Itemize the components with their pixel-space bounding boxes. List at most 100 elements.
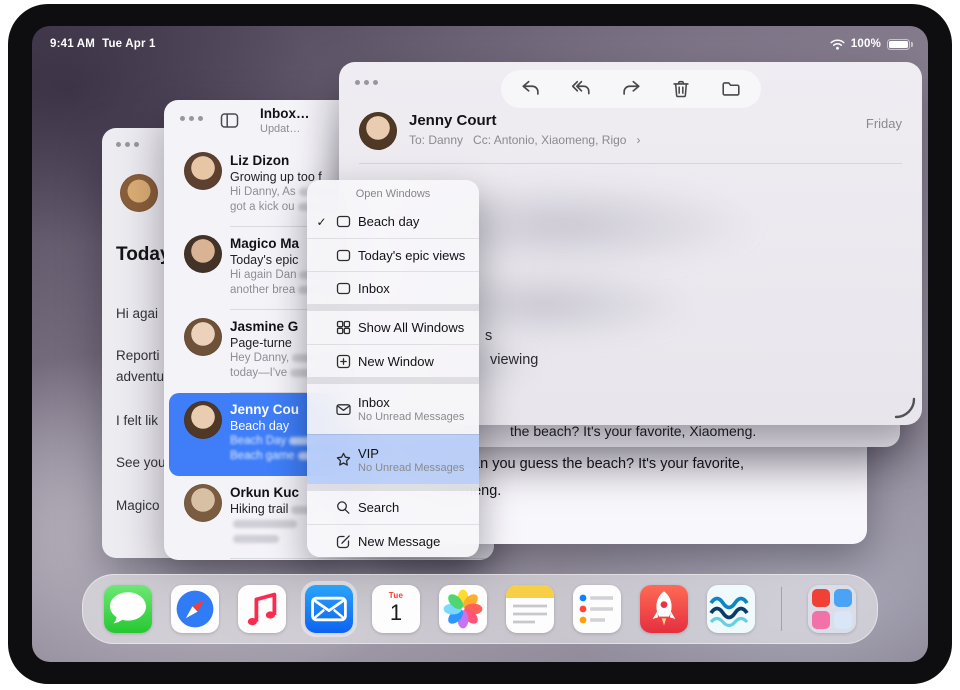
blurred-text <box>233 535 279 543</box>
message-body-line: the beach? It's your favorite, Xiaomeng. <box>510 423 756 439</box>
avatar <box>184 484 222 522</box>
open-windows-menu: Open Windows ✓ Beach day Today's epic vi… <box>307 180 479 557</box>
calendar-weekday: Tue <box>372 591 420 600</box>
menu-item-label: Inbox <box>358 395 464 410</box>
window-icon <box>333 213 353 230</box>
avatar <box>184 152 222 190</box>
reply-all-icon[interactable] <box>569 78 593 100</box>
menu-separator <box>307 484 479 491</box>
avatar <box>184 235 222 273</box>
message-recipients[interactable]: To: DannyCc: Antonio, Xiaomeng, Rigo› <box>409 133 650 147</box>
mail-toolbar <box>501 70 761 108</box>
message-body-fragment: s <box>485 328 492 344</box>
mini-app-tile <box>812 589 830 607</box>
mini-app-tile <box>834 611 852 629</box>
menu-separator <box>307 304 479 311</box>
today-text-line: Magico <box>116 498 160 513</box>
menu-item-sublabel: No Unread Messages <box>358 411 464 423</box>
music-app-icon[interactable] <box>238 585 286 633</box>
avatar <box>359 112 397 150</box>
menu-item-label: Show All Windows <box>358 320 464 335</box>
wifi-icon <box>830 39 845 50</box>
today-text-line: Hi agai <box>116 306 158 321</box>
today-title: Today <box>116 244 171 266</box>
battery-percent: 100% <box>851 38 881 50</box>
message-header: Jenny Court To: DannyCc: Antonio, Xiaome… <box>359 110 902 164</box>
status-time-date: 9:41 AM Tue Apr 1 <box>50 38 163 50</box>
grid-icon <box>333 319 353 336</box>
menu-item-beach-day[interactable]: ✓ Beach day <box>307 205 479 238</box>
inbox-subtitle: Updat… <box>260 123 310 135</box>
reminders-app-icon[interactable] <box>573 585 621 633</box>
avatar <box>184 318 222 356</box>
plus-square-icon <box>333 353 353 370</box>
ipad-device: 9:41 AM Tue Apr 1 100% Today Hi agai Repo… <box>8 4 952 684</box>
checkmark-icon: ✓ <box>315 215 328 229</box>
waves-app-icon[interactable] <box>707 585 755 633</box>
message-body-fragment: viewing <box>490 352 538 368</box>
search-icon <box>333 499 353 516</box>
menu-item-new-message[interactable]: New Message <box>307 524 479 557</box>
reply-icon[interactable] <box>519 78 543 100</box>
menu-item-label: Beach day <box>358 214 419 229</box>
dock: Tue 1 <box>82 574 878 644</box>
mini-app-tile <box>812 611 830 629</box>
to-line: To: Danny <box>409 133 463 147</box>
star-icon <box>333 451 353 468</box>
mini-app-tile <box>834 589 852 607</box>
safari-app-icon[interactable] <box>171 585 219 633</box>
menu-header: Open Windows <box>307 180 479 205</box>
today-text-line: I felt lik <box>116 413 158 428</box>
window-controls-icon[interactable] <box>116 142 139 147</box>
message-sender-name: Jenny Court <box>409 112 497 129</box>
menu-item-todays-epic-views[interactable]: Today's epic views <box>307 238 479 271</box>
chevron-right-icon: › <box>636 133 640 147</box>
blurred-text <box>233 520 297 528</box>
menu-item-label: VIP <box>358 446 464 461</box>
menu-item-sublabel: No Unread Messages <box>358 462 464 474</box>
status-time: 9:41 AM <box>50 38 95 50</box>
menu-item-label: New Window <box>358 354 434 369</box>
rocket-app-icon[interactable] <box>640 585 688 633</box>
message-date: Friday <box>866 116 902 131</box>
today-text-line: adventu <box>116 369 164 384</box>
avatar <box>184 401 222 439</box>
menu-item-label: Inbox <box>358 281 390 296</box>
messages-app-icon[interactable] <box>104 585 152 633</box>
today-text-line: See you <box>116 455 166 470</box>
menu-item-label: New Message <box>358 534 440 549</box>
screen: 9:41 AM Tue Apr 1 100% Today Hi agai Repo… <box>32 26 928 662</box>
menu-item-search[interactable]: Search <box>307 491 479 524</box>
menu-item-inbox-window[interactable]: Inbox <box>307 271 479 304</box>
calendar-day: 1 <box>372 600 420 626</box>
trash-icon[interactable] <box>669 78 693 100</box>
menu-item-label: Today's epic views <box>358 248 465 263</box>
menu-item-new-window[interactable]: New Window <box>307 344 479 377</box>
resize-handle-icon[interactable] <box>894 397 916 419</box>
battery-icon <box>887 39 910 50</box>
envelope-icon <box>333 401 353 418</box>
sidebar-toggle-icon[interactable] <box>220 112 239 134</box>
inbox-title: Inbox… <box>260 106 310 121</box>
window-icon <box>333 280 353 297</box>
dock-divider <box>781 587 782 631</box>
mail-app-icon[interactable] <box>305 585 353 633</box>
notes-app-icon[interactable] <box>506 585 554 633</box>
menu-item-show-all-windows[interactable]: Show All Windows <box>307 311 479 344</box>
menu-item-vip-mailbox[interactable]: VIP No Unread Messages <box>307 434 479 484</box>
forward-icon[interactable] <box>619 78 643 100</box>
photos-app-icon[interactable] <box>439 585 487 633</box>
menu-separator <box>307 377 479 384</box>
menu-item-label: Search <box>358 500 399 515</box>
compose-icon <box>333 533 353 550</box>
window-icon <box>333 247 353 264</box>
window-controls-icon[interactable] <box>180 116 203 121</box>
today-text-line: Reporti <box>116 348 160 363</box>
avatar <box>120 174 158 212</box>
app-library-icon[interactable] <box>808 585 856 633</box>
folder-icon[interactable] <box>719 78 743 100</box>
status-date: Tue Apr 1 <box>102 38 156 50</box>
window-controls-icon[interactable] <box>355 80 378 85</box>
calendar-app-icon[interactable]: Tue 1 <box>372 585 420 633</box>
menu-item-inbox-mailbox[interactable]: Inbox No Unread Messages <box>307 384 479 434</box>
